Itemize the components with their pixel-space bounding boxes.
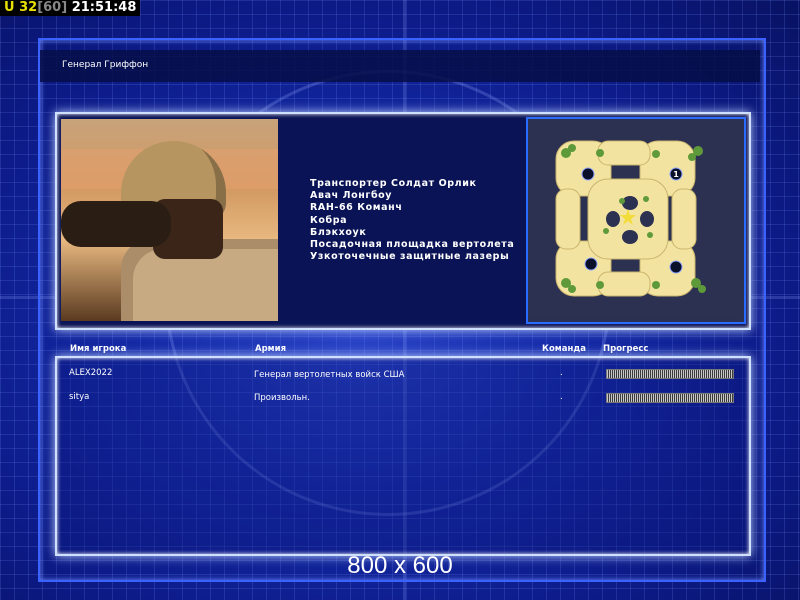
unit-item: Блэкхоук [310,226,367,238]
general-portrait [61,119,278,321]
player-army: Произвольн. [254,393,310,403]
general-title: Генерал Гриффон [62,60,149,70]
player-name: sitya [69,392,90,402]
unit-item: Транспортер Солдат Орлик [310,178,477,189]
player-name: ALEX2022 [69,368,113,378]
player-row: sitya Произвольн. . [0,392,800,406]
debug-hud: U 32[60] 21:51:48 [0,0,141,16]
unit-item: Узкоточечные защитные лазеры [310,251,510,263]
resolution-label: 800 x 600 [347,552,453,579]
map-preview: 1 [526,117,746,324]
hud-fps: [60] [37,0,68,15]
players-panel [55,356,751,556]
header-team: Команда [542,344,586,354]
player-row: ALEX2022 Генерал вертолетных войск США . [0,368,800,382]
player-progress-bar [606,393,734,403]
header-progress: Прогресс [603,344,649,354]
hud-unit-label: U 32 [4,0,38,15]
header-army: Армия [255,344,287,354]
player-progress-bar [606,369,734,379]
unit-list: Транспортер Солдат Орлик Авач Лонгбоу RA… [310,178,514,263]
unit-item: Авач Лонгбоу [310,190,393,202]
unit-item: Кобра [310,214,348,226]
player-team: . [560,392,563,402]
hud-time: 21:51:48 [71,0,137,15]
player-army: Генерал вертолетных войск США [254,370,405,380]
unit-item: Посадочная площадка вертолета [310,239,515,251]
header-player-name: Имя игрока [70,344,127,354]
player-team: . [560,368,563,378]
start-marker-label: 1 [673,170,679,179]
unit-item: RAH-66 Команч [310,202,403,214]
